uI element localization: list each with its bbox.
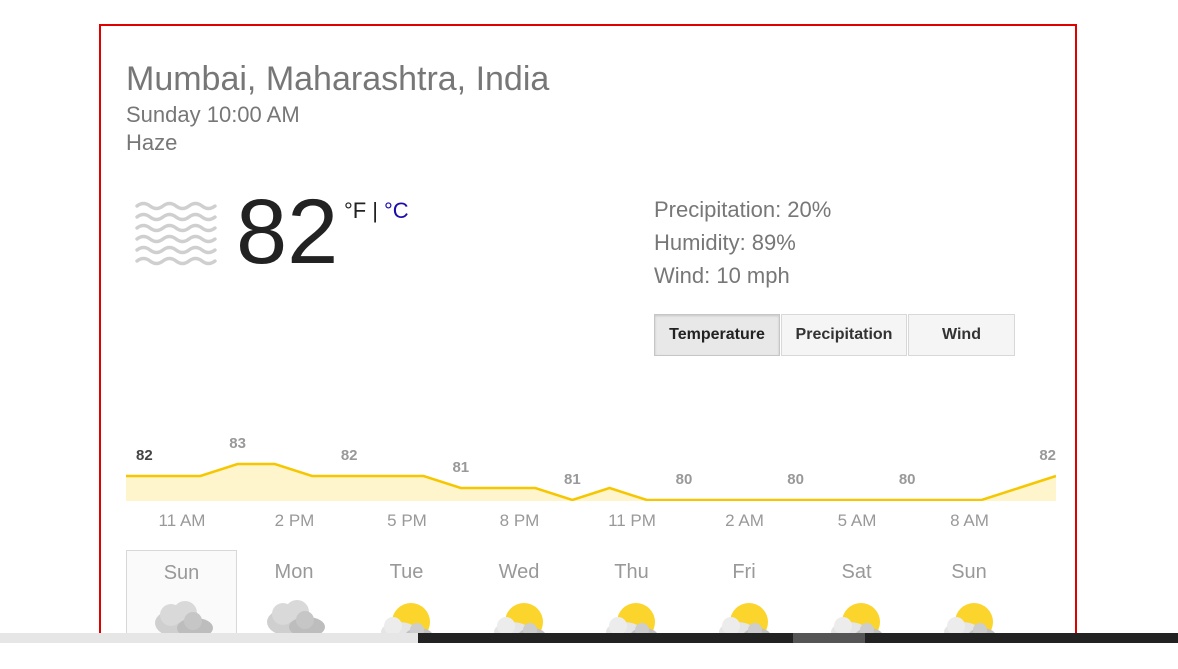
unit-celsius-link[interactable]: °C — [384, 198, 409, 223]
haze-icon — [135, 201, 217, 266]
hour-axis: 11 AM 2 PM 5 PM 8 PM 11 PM 2 AM 5 AM 8 AM — [126, 511, 1056, 535]
weather-stats: Precipitation: 20% Humidity: 89% Wind: 1… — [654, 193, 831, 292]
precipitation-stat: Precipitation: 20% — [654, 197, 832, 222]
hour-label: 11 AM — [158, 511, 206, 530]
temperature-label: 82 — [1039, 447, 1056, 464]
temperature-label: 80 — [787, 471, 804, 488]
forecast-day-sun[interactable]: Sun — [914, 550, 1025, 640]
hour-label: 2 PM — [274, 511, 315, 530]
forecast-day-label: Fri — [732, 561, 756, 583]
location-title: Mumbai, Maharashtra, India — [126, 60, 550, 98]
temperature-chart: 82 83 82 81 81 80 80 80 82 — [126, 435, 1056, 501]
hour-label: 8 AM — [950, 511, 989, 530]
wind-stat: Wind: 10 mph — [654, 263, 790, 288]
temperature-label: 80 — [676, 471, 693, 488]
unit-switch: °F | °C — [344, 198, 409, 224]
hour-label: 2 AM — [725, 511, 764, 530]
humidity-stat: Humidity: 89% — [654, 230, 796, 255]
scrollbar-grip[interactable] — [793, 633, 865, 643]
unit-separator: | — [372, 198, 378, 223]
tab-wind[interactable]: Wind — [908, 314, 1015, 356]
forecast-day-mon[interactable]: Mon — [239, 550, 350, 640]
tab-precipitation[interactable]: Precipitation — [781, 314, 907, 356]
temperature-label: 82 — [341, 447, 358, 464]
forecast-day-label: Thu — [614, 561, 649, 583]
hour-label: 11 PM — [608, 511, 656, 530]
hour-label: 8 PM — [499, 511, 540, 530]
temperature-label: 81 — [564, 471, 581, 488]
hour-label: 5 PM — [387, 511, 427, 530]
forecast-day-sat[interactable]: Sat — [801, 550, 912, 640]
forecast-day-sun[interactable]: Sun — [126, 550, 237, 640]
forecast-day-thu[interactable]: Thu — [576, 550, 687, 640]
tab-temperature[interactable]: Temperature — [654, 314, 780, 356]
forecast-day-tue[interactable]: Tue — [351, 550, 462, 640]
temperature-area — [126, 464, 1056, 501]
current-temperature: 82 — [236, 181, 339, 283]
daily-forecast: Sun Mon Tue Wed Thu Fri Sat Sun — [126, 550, 1056, 640]
forecast-day-label: Sat — [841, 561, 872, 583]
temperature-label: 83 — [229, 435, 246, 452]
forecast-day-label: Sun — [163, 562, 200, 584]
weather-condition: Haze — [126, 130, 178, 155]
forecast-day-label: Tue — [389, 561, 424, 583]
forecast-day-label: Mon — [274, 561, 314, 583]
forecast-day-label: Wed — [498, 561, 540, 583]
temperature-label: 82 — [136, 447, 153, 464]
chart-tabs: Temperature Precipitation Wind — [654, 314, 1016, 356]
weather-card: Mumbai, Maharashtra, India Sunday 10:00 … — [99, 24, 1077, 642]
unit-fahrenheit: °F — [344, 198, 367, 223]
forecast-day-wed[interactable]: Wed — [464, 550, 575, 640]
forecast-day-fri[interactable]: Fri — [689, 550, 800, 640]
temperature-label: 80 — [899, 471, 916, 488]
temperature-label: 81 — [452, 459, 469, 476]
forecast-day-label: Sun — [951, 561, 987, 583]
hour-label: 5 AM — [837, 511, 877, 530]
date-time: Sunday 10:00 AM — [126, 102, 300, 127]
